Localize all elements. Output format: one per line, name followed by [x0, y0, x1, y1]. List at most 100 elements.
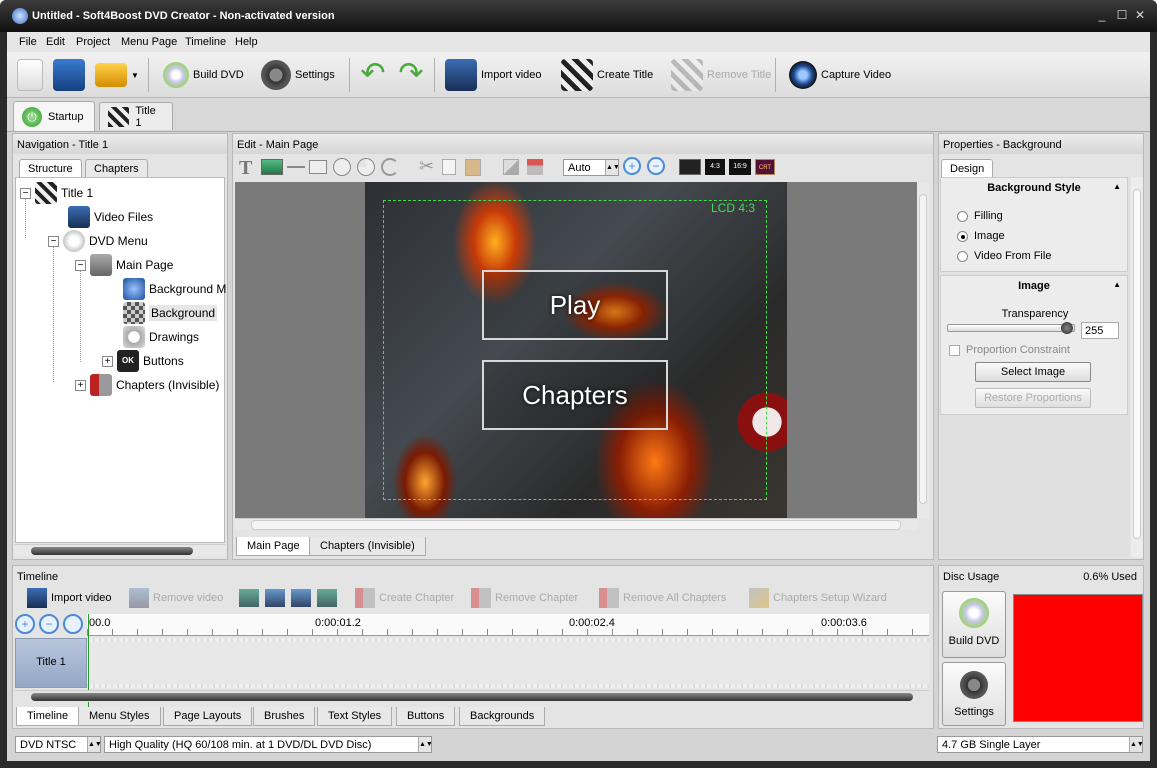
tab-title-1[interactable]: Title 1 [99, 102, 173, 130]
tree-background[interactable]: Background [123, 302, 218, 324]
scroll-thumb[interactable] [919, 194, 927, 504]
menu-help[interactable]: Help [235, 36, 258, 48]
spin-arrows-icon[interactable]: ▲▼ [1129, 737, 1144, 752]
select-image-button[interactable]: Select Image [975, 362, 1091, 382]
zoom-in-icon[interactable]: + [623, 157, 641, 175]
expand-icon[interactable]: + [75, 379, 86, 391]
capture-video-button[interactable]: Capture Video [789, 56, 891, 94]
radio-video-from-file[interactable]: Video From File [957, 250, 1051, 262]
menu-background-image[interactable]: LCD 4:3 Play Chapters [365, 182, 787, 518]
tab-structure[interactable]: Structure [19, 159, 82, 177]
move-right-icon[interactable] [291, 589, 311, 607]
tab-design[interactable]: Design [941, 159, 994, 177]
aspect-16-9-icon[interactable]: 16:9 [729, 159, 751, 175]
spin-arrows-icon[interactable]: ▲▼ [605, 160, 620, 175]
scroll-thumb[interactable] [31, 693, 913, 701]
tab-backgrounds[interactable]: Backgrounds [459, 707, 546, 726]
scroll-thumb[interactable] [1133, 189, 1141, 539]
tab-chapters-invisible[interactable]: Chapters (Invisible) [309, 537, 426, 556]
maximize-icon[interactable]: ☐ [1115, 8, 1129, 22]
open-project-icon[interactable] [95, 63, 127, 87]
build-dvd-button[interactable]: Build DVD [163, 56, 244, 94]
zoom-out-icon[interactable]: − [39, 614, 59, 634]
tree-title-1[interactable]: − Title 1 [20, 182, 93, 204]
format-select[interactable]: DVD NTSC ▲▼ [15, 736, 102, 753]
tree-main-page[interactable]: − Main Page [75, 254, 173, 276]
move-first-icon[interactable] [239, 589, 259, 607]
menu-menu-page[interactable]: Menu Page [121, 36, 177, 48]
slider-thumb[interactable] [1061, 322, 1073, 334]
tab-buttons[interactable]: Buttons [396, 707, 456, 726]
zoom-select[interactable]: Auto ▲▼ [563, 159, 620, 176]
tab-startup[interactable]: ⏻ Startup [13, 101, 95, 131]
scroll-thumb[interactable] [251, 520, 901, 530]
menu-edit[interactable]: Edit [46, 36, 65, 48]
menu-button-chapters[interactable]: Chapters [482, 360, 668, 430]
tree-video-files[interactable]: Video Files [68, 206, 153, 228]
zoom-out-icon[interactable]: − [647, 157, 665, 175]
text-tool-icon[interactable]: T [239, 157, 252, 180]
spin-arrows-icon[interactable]: ▲▼ [87, 737, 102, 752]
tab-menu-styles[interactable]: Menu Styles [78, 707, 161, 726]
zoom-in-icon[interactable]: + [15, 614, 35, 634]
spin-arrows-icon[interactable]: ▲▼ [418, 737, 433, 752]
tree-buttons[interactable]: + OK Buttons [102, 350, 184, 372]
chevron-down-icon[interactable]: ▼ [131, 71, 139, 80]
tree-dvd-menu[interactable]: − DVD Menu [48, 230, 148, 252]
timeline-ruler[interactable]: 00.0 0:00:01.2 0:00:02.4 0:00:03.6 [87, 614, 929, 636]
crt-icon[interactable]: CRT [755, 159, 775, 175]
remove-all-chapters-button[interactable]: Remove All Chapters [599, 586, 726, 610]
tab-page-layouts[interactable]: Page Layouts [163, 707, 253, 726]
scroll-thumb[interactable] [31, 547, 193, 555]
chapters-wizard-button[interactable]: Chapters Setup Wizard [749, 586, 887, 610]
timeline-hscroll[interactable] [15, 690, 929, 702]
menu-button-play[interactable]: Play [482, 270, 668, 340]
radio-filling[interactable]: Filling [957, 210, 1003, 222]
tree-drawings[interactable]: Drawings [123, 326, 199, 348]
canvas-hscroll[interactable] [235, 518, 917, 530]
quality-select[interactable]: High Quality (HQ 60/108 min. at 1 DVD/DL… [104, 736, 433, 753]
transparency-slider[interactable] [947, 324, 1075, 332]
move-left-icon[interactable] [265, 589, 285, 607]
expand-icon[interactable]: + [102, 355, 113, 367]
menu-file[interactable]: File [19, 36, 37, 48]
tree-background-music[interactable]: Background M [123, 278, 226, 300]
paste-icon[interactable] [465, 159, 481, 176]
tab-chapters[interactable]: Chapters [85, 159, 148, 177]
tree-chapters-invisible[interactable]: + Chapters (Invisible) [75, 374, 219, 396]
copy-icon[interactable] [442, 159, 456, 175]
menu-timeline[interactable]: Timeline [185, 36, 226, 48]
canvas-vscroll[interactable] [917, 182, 929, 518]
align-icon[interactable] [527, 159, 543, 175]
collapse-section-icon[interactable]: ▲ [1113, 280, 1121, 289]
disc-type-select[interactable]: 4.7 GB Single Layer ▲▼ [937, 736, 1144, 753]
save-icon[interactable] [53, 59, 85, 91]
disc-settings-button[interactable]: Settings [942, 662, 1006, 726]
ellipse-tool-icon[interactable] [333, 158, 351, 176]
restore-proportions-button[interactable]: Restore Proportions [975, 388, 1091, 408]
create-chapter-button[interactable]: Create Chapter [355, 586, 454, 610]
rectangle-tool-icon[interactable] [309, 160, 327, 174]
timeline-import-video-button[interactable]: Import video [27, 586, 112, 610]
collapse-icon[interactable]: − [75, 259, 86, 271]
monitor-preview-icon[interactable] [679, 159, 701, 175]
collapse-icon[interactable]: − [20, 187, 31, 199]
transparency-value-field[interactable]: 255 [1081, 322, 1119, 339]
disc-build-dvd-button[interactable]: Build DVD [942, 591, 1006, 658]
import-video-button[interactable]: Import video [445, 56, 542, 94]
zoom-fit-icon[interactable] [63, 614, 83, 634]
cut-icon[interactable]: ✂ [419, 156, 434, 177]
collapse-section-icon[interactable]: ▲ [1113, 182, 1121, 191]
navigation-hscroll[interactable] [15, 544, 225, 556]
aspect-4-3-icon[interactable]: 4:3 [705, 159, 725, 175]
collapse-icon[interactable]: − [48, 235, 59, 247]
radio-image[interactable]: Image [957, 230, 1005, 242]
tab-timeline[interactable]: Timeline [16, 707, 80, 726]
line-tool-icon[interactable] [287, 166, 305, 168]
menu-project[interactable]: Project [76, 36, 110, 48]
new-project-icon[interactable] [17, 59, 43, 91]
tab-brushes[interactable]: Brushes [253, 707, 316, 726]
close-icon[interactable]: ✕ [1133, 8, 1147, 22]
arc-tool-icon[interactable] [381, 158, 399, 176]
tab-text-styles[interactable]: Text Styles [317, 707, 393, 726]
